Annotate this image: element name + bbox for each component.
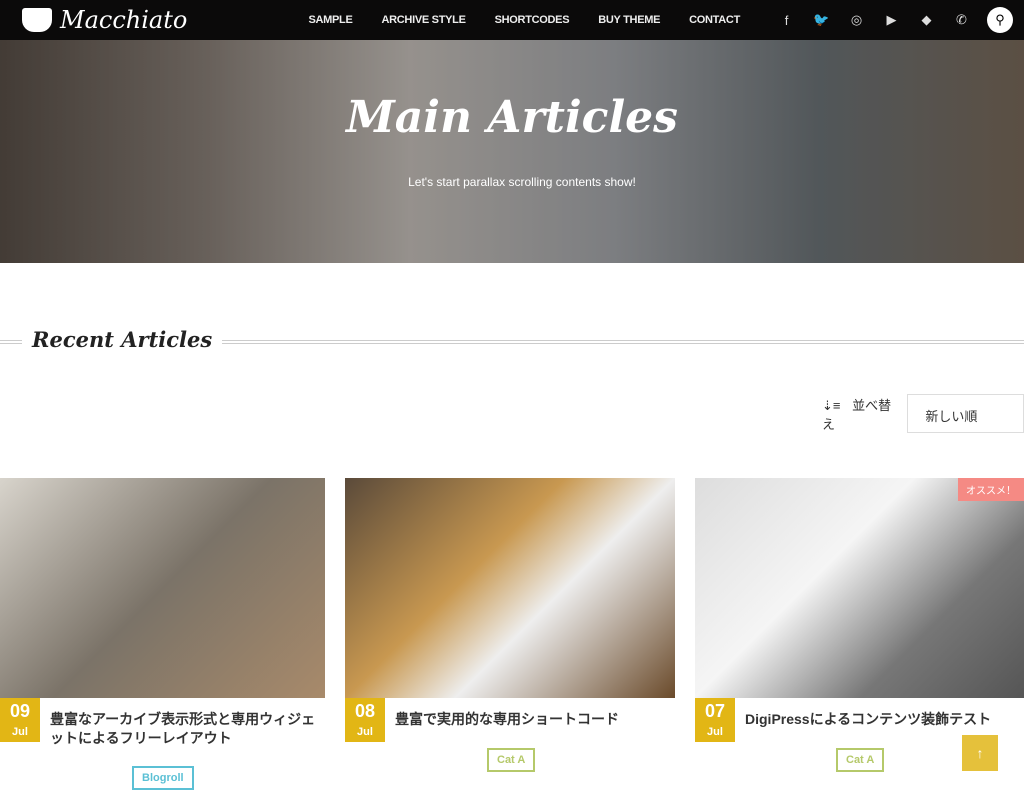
date-day: 09 [9, 701, 31, 721]
article-thumbnail[interactable] [345, 478, 675, 698]
back-to-top-button[interactable]: ↑ [962, 735, 998, 771]
nav-contact[interactable]: CONTACT [689, 14, 740, 26]
sort-label: ⇣≡ 並べ替え [822, 395, 899, 433]
category-tag[interactable]: Cat A [836, 748, 885, 772]
section-header: Recent Articles [0, 327, 1024, 357]
coffee-cup-icon [22, 8, 52, 32]
date-day: 08 [354, 701, 376, 721]
category-tag[interactable]: Cat A [487, 748, 536, 772]
feedly-icon[interactable]: ◆ [909, 12, 944, 28]
phone-icon[interactable]: ✆ [944, 12, 979, 28]
date-day: 07 [704, 701, 726, 721]
instagram-icon[interactable]: ◎ [839, 12, 874, 28]
site-logo[interactable]: Macchiato [22, 6, 187, 34]
article-title[interactable]: 豊富で実用的な専用ショートコード [395, 710, 670, 729]
category-tag[interactable]: Blogroll [132, 766, 194, 790]
youtube-icon[interactable]: ▶ [874, 12, 909, 28]
sort-control: ⇣≡ 並べ替え 新しい順 [822, 394, 1024, 433]
date-badge: 07 Jul [695, 698, 735, 742]
nav-shortcodes[interactable]: SHORTCODES [495, 14, 570, 26]
recommended-badge: オススメ！ [958, 478, 1024, 501]
logo-text: Macchiato [60, 6, 188, 34]
article-thumbnail[interactable]: オススメ！ [695, 478, 1024, 698]
facebook-icon[interactable]: f [769, 13, 804, 28]
section-title: Recent Articles [22, 327, 223, 352]
sort-select[interactable]: 新しい順 [907, 394, 1024, 433]
sort-icon: ⇣≡ [822, 397, 841, 413]
top-navbar: Macchiato SAMPLE ARCHIVE STYLE SHORTCODE… [0, 0, 1024, 40]
article-title[interactable]: 豊富なアーカイブ表示形式と専用ウィジェットによるフリーレイアウト [50, 710, 325, 748]
date-month: Jul [12, 726, 28, 738]
hero-subtitle: Let's start parallax scrolling contents … [408, 175, 636, 189]
search-icon[interactable]: ⚲ [987, 7, 1013, 33]
article-card[interactable]: 09 Jul 豊富なアーカイブ表示形式と専用ウィジェットによるフリーレイアウト B… [0, 478, 325, 790]
article-card[interactable]: オススメ！ 07 Jul DigiPressによるコンテンツ装飾テスト Cat A [695, 478, 1024, 772]
nav-sample[interactable]: SAMPLE [308, 14, 352, 26]
article-title[interactable]: DigiPressによるコンテンツ装飾テスト [745, 710, 1020, 729]
twitter-icon[interactable]: 🐦 [804, 12, 839, 28]
hero-title: Main Articles [346, 92, 678, 143]
article-thumbnail[interactable] [0, 478, 325, 698]
nav-archive-style[interactable]: ARCHIVE STYLE [382, 14, 466, 26]
date-badge: 08 Jul [345, 698, 385, 742]
date-badge: 09 Jul [0, 698, 40, 742]
article-card[interactable]: 08 Jul 豊富で実用的な専用ショートコード Cat A [345, 478, 675, 772]
date-month: Jul [707, 726, 723, 738]
nav-buy-theme[interactable]: BUY THEME [598, 14, 660, 26]
date-month: Jul [357, 726, 373, 738]
hero-banner: Main Articles Let's start parallax scrol… [0, 40, 1024, 263]
